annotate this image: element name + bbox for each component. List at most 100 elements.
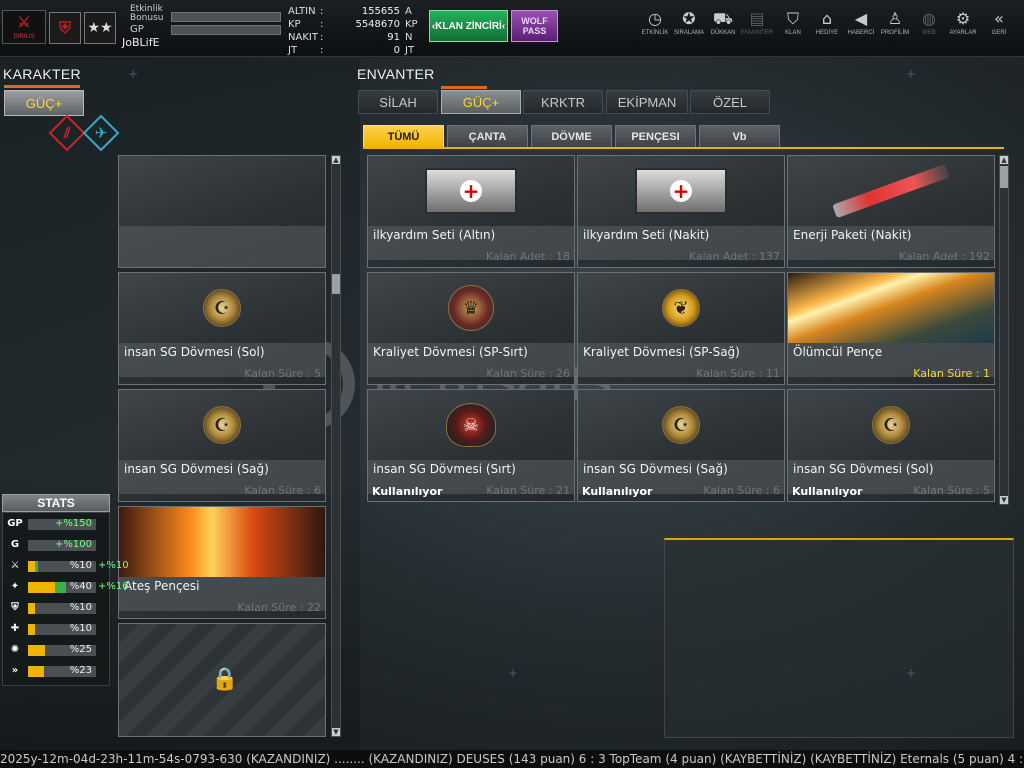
currency-label: KP [288, 19, 301, 30]
subtab-1[interactable]: ÇANTA [447, 125, 528, 148]
nav-clock[interactable]: ◷ ETKİNLİK [637, 8, 673, 48]
tab-2[interactable]: KRKTR [523, 90, 603, 114]
wolf-pass-button[interactable]: WOLF PASS [511, 10, 558, 42]
stats-title: STATS [2, 494, 110, 512]
scroll-down-icon[interactable]: ▼ [332, 728, 340, 736]
inventory-item[interactable]: ♛ Kraliyet Dövmesi (SP-Sırt) Kalan Süre : … [367, 272, 575, 385]
locked-slot[interactable]: 🔒 [118, 623, 326, 737]
stat-value: %10 [69, 560, 92, 571]
slot-remaining: Kalan Süre : 5 [244, 367, 321, 380]
nav-megaphone[interactable]: ◀ HABERCİ [843, 8, 879, 48]
slot-art: ☪ [119, 273, 325, 343]
stat-value: %40 [69, 581, 92, 592]
subtab-2[interactable]: DÖVME [531, 125, 612, 148]
nav-profile[interactable]: ♙ PROFİLİM [877, 8, 913, 48]
scroll-up-icon[interactable]: ▲ [332, 156, 340, 164]
item-art: + [578, 156, 784, 226]
inventory-title: ENVANTER [357, 66, 435, 82]
item-name: insan SG Dövmesi (Sağ) [583, 462, 728, 476]
inventory-item[interactable]: Ölümcül Pençe Kalan Süre : 1 [787, 272, 995, 385]
item-remaining: Kalan Adet : 192 [898, 250, 990, 263]
nav-label: DÜKKAN [710, 30, 736, 36]
inventory-item[interactable]: ☪ insan SG Dövmesi (Sağ) Kalan Süre : 6 Kul… [577, 389, 785, 502]
inventory-icon: ▤ [749, 9, 765, 28]
character-slot[interactable]: ☪ insan SG Dövmesi (Sağ) Kalan Süre : 6 [118, 389, 326, 502]
scroll-down-icon[interactable]: ▼ [1000, 496, 1008, 504]
nav-gift[interactable]: ⌂ HEDİYE [809, 8, 845, 48]
currency-colon: : [320, 19, 324, 30]
character-slot[interactable]: Ateş Pençesi Kalan Süre : 22 [118, 506, 326, 619]
tab-0[interactable]: SİLAH [358, 90, 438, 114]
klan-chain-button[interactable]: ‹ KLAN ZİNCİRİ ‹ [429, 10, 508, 42]
character-slot[interactable]: ☪ insan SG Dövmesi (Sol) Kalan Süre : 5 [118, 272, 326, 385]
clan-emblem[interactable]: ⛨ [49, 12, 81, 44]
subtab-4[interactable]: Vb [699, 125, 780, 148]
inventory-item[interactable]: Enerji Paketi (Nakit) Kalan Adet : 192 [787, 155, 995, 268]
stat-row: ✦ %40 +%16 [4, 581, 129, 595]
currency-value: 0 [393, 45, 400, 56]
nav-gear[interactable]: ⚙ AYARLAR [945, 8, 981, 48]
nav-cart[interactable]: ⛟ DÜKKAN [705, 8, 741, 48]
item-art [788, 273, 994, 343]
character-title-underline [4, 85, 80, 88]
nav-medal[interactable]: ✪ SIRALAMA [671, 8, 707, 48]
item-art: ☪ [788, 390, 994, 460]
character-scrollbar[interactable]: ▲ ▼ [331, 155, 341, 737]
red-cross-icon: + [670, 180, 692, 202]
inventory-item[interactable]: ☠ insan SG Dövmesi (Sırt) Kalan Süre : 21 K… [367, 389, 575, 502]
nav-label: KLAN [785, 30, 801, 36]
gear-icon: ⚙ [955, 9, 971, 28]
stat-value: +%100 [55, 539, 92, 550]
slot-name: insan SG Dövmesi (Sağ) [124, 462, 269, 476]
nav-inventory[interactable]: ▤ ENVANTER [739, 8, 775, 48]
item-name: Kraliyet Dövmesi (SP-Sırt) [373, 345, 528, 359]
character-title: KARAKTER [3, 66, 81, 82]
character-slot[interactable] [118, 155, 326, 268]
nav-label: HEDİYE [815, 30, 839, 36]
item-name: Kraliyet Dövmesi (SP-Sağ) [583, 345, 740, 359]
inventory-item[interactable]: ❦ Kraliyet Dövmesi (SP-Sağ) Kalan Süre : 1… [577, 272, 785, 385]
item-name: insan SG Dövmesi (Sırt) [373, 462, 516, 476]
stat-icon: ✺ [10, 644, 20, 655]
gold-tattoo-icon: ❦ [662, 289, 700, 327]
scroll-up-icon[interactable]: ▲ [1000, 156, 1008, 164]
inventory-scrollbar[interactable]: ▲ ▼ [999, 155, 1009, 505]
currency-value: 155655 [361, 6, 400, 17]
item-name: Enerji Paketi (Nakit) [793, 228, 912, 242]
player-name: JoBLifE [122, 36, 160, 49]
winged-tattoo-icon: ☠ [446, 403, 496, 447]
inventory-item[interactable]: + ilkyardım Seti (Nakit) Kalan Adet : 137 [577, 155, 785, 268]
first-aid-box-icon: + [635, 168, 727, 214]
profile-icon: ♙ [887, 9, 903, 28]
stat-bonus: +%10 [98, 560, 129, 571]
tab-character-guc[interactable]: GÜÇ+ [4, 90, 84, 116]
syringe-gun-icon [832, 163, 950, 219]
subtab-3[interactable]: PENÇESI [615, 125, 696, 148]
item-remaining: Kalan Süre : 21 [486, 484, 570, 497]
currency-unit: KP [405, 19, 418, 30]
inventory-item[interactable]: + ilkyardım Seti (Altın) Kalan Adet : 18 [367, 155, 575, 268]
scroll-thumb[interactable] [1000, 166, 1008, 188]
slot-art [119, 507, 325, 577]
nav-shield[interactable]: ⛉ KLAN [775, 8, 811, 48]
plus-decoration: + [508, 666, 519, 680]
item-in-use-badge: Kullanılıyor [792, 485, 863, 498]
nav-back[interactable]: « GERİ [981, 8, 1017, 48]
item-art [788, 156, 994, 226]
stat-row: ✺ %25 [4, 644, 128, 658]
nav-globe[interactable]: ◍ WEB [911, 8, 947, 48]
stat-value: %10 [69, 623, 92, 634]
tab-1[interactable]: GÜÇ+ [441, 90, 521, 114]
item-remaining: Kalan Süre : 11 [696, 367, 780, 380]
nav-label: SIRALAMA [673, 30, 705, 36]
slot-art: ☪ [119, 390, 325, 460]
scroll-thumb[interactable] [332, 274, 340, 294]
slot-name-band [119, 226, 325, 267]
tab-3[interactable]: EKİPMAN [606, 90, 688, 114]
inventory-item[interactable]: ☪ insan SG Dövmesi (Sol) Kalan Süre : 5 Kul… [787, 389, 995, 502]
event-bonus-bar [171, 12, 281, 22]
item-art: + [368, 156, 574, 226]
currency-unit: N [405, 32, 413, 43]
subtab-0[interactable]: TÜMÜ [363, 125, 444, 148]
tab-4[interactable]: ÖZEL [690, 90, 770, 114]
